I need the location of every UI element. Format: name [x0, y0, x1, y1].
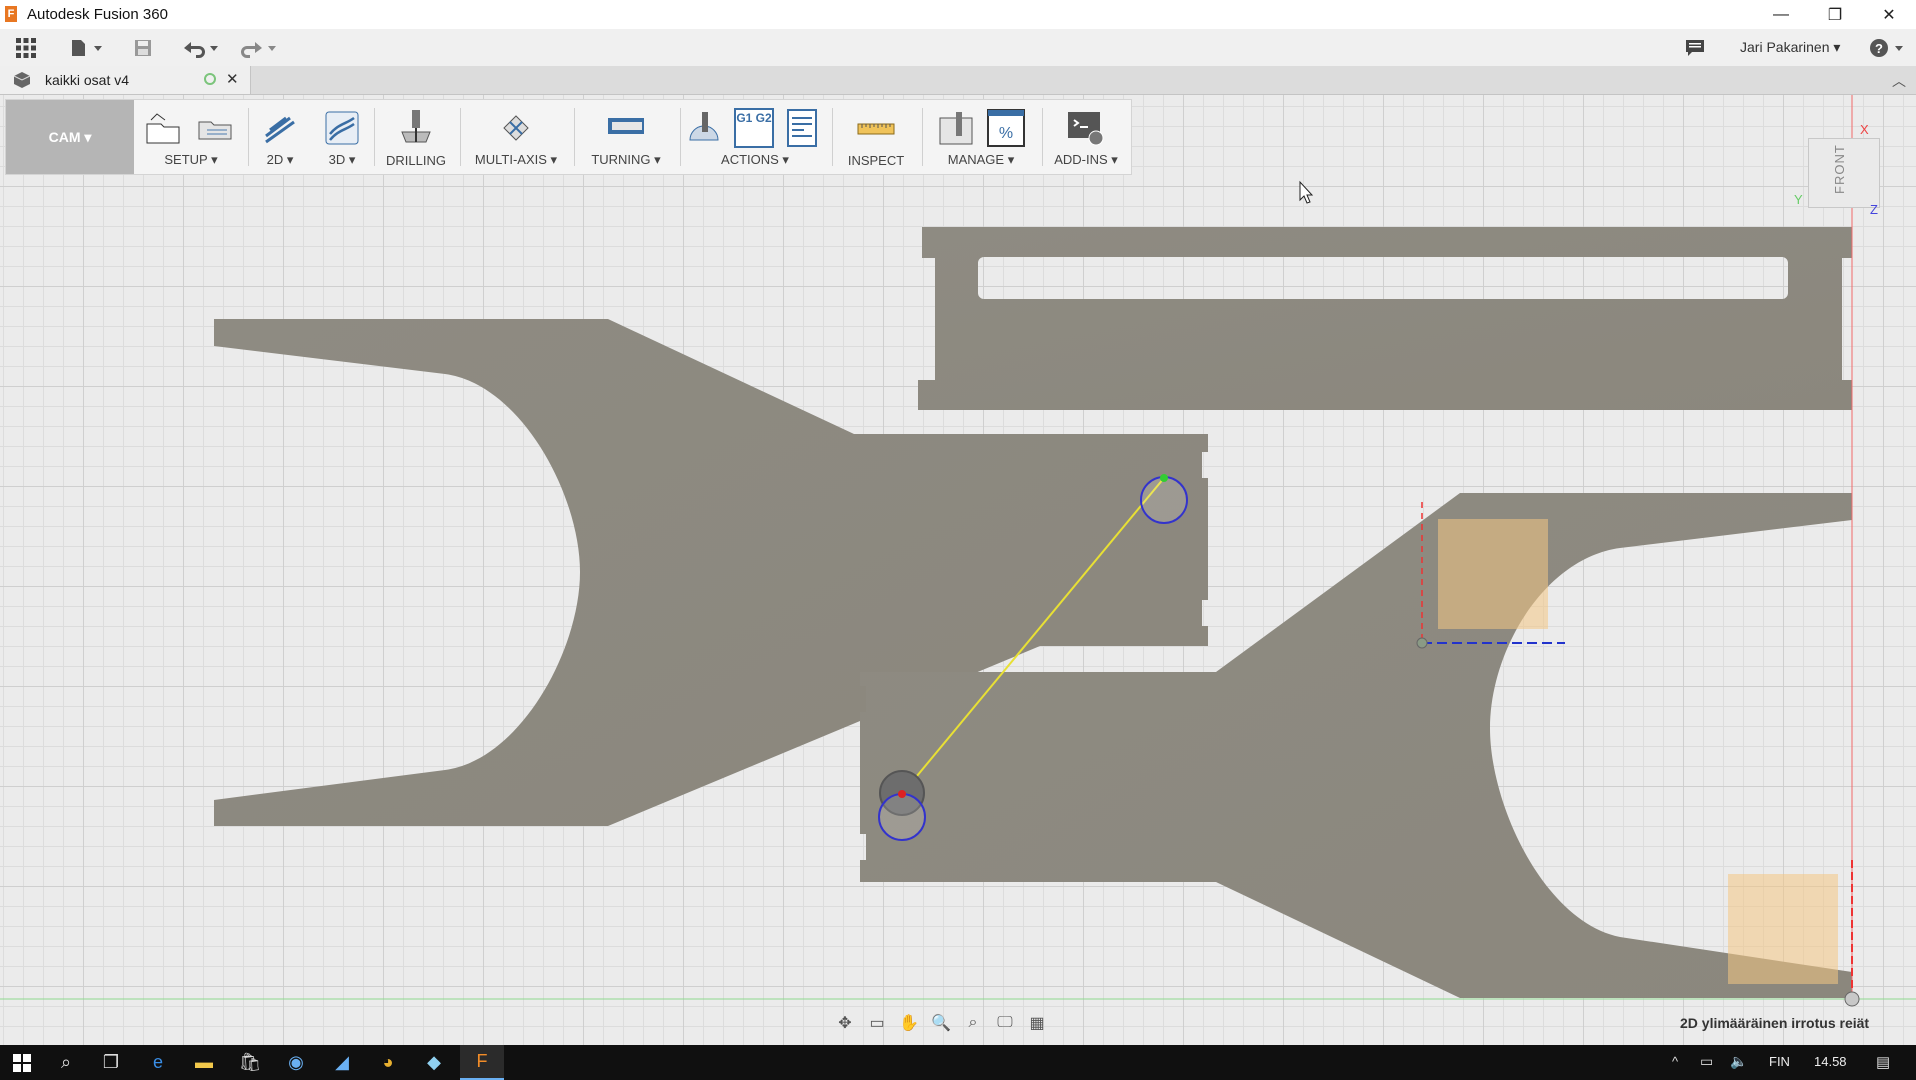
- tool-library-icon: [936, 108, 976, 148]
- model-viewport[interactable]: [0, 95, 1916, 1045]
- document-saved-indicator-icon: [204, 73, 216, 85]
- setup-group[interactable]: SETUP ▾: [139, 100, 243, 174]
- input-language[interactable]: FIN: [1769, 1054, 1790, 1069]
- document-tab-bar: kaikki osat v4 ✕ ︿: [0, 66, 1916, 95]
- stock-highlight-box: [1728, 874, 1838, 984]
- help-icon[interactable]: ?: [1868, 35, 1908, 61]
- redo-icon[interactable]: [236, 35, 280, 61]
- collapse-ribbon-icon[interactable]: ︿: [1892, 71, 1906, 91]
- actions-group[interactable]: G1 G2 ACTIONS ▾: [684, 100, 826, 174]
- add-ins-label: ADD-INS ▾: [1054, 152, 1118, 167]
- axis-z-label: Z: [1870, 202, 1878, 217]
- svg-text:%: %: [999, 125, 1013, 142]
- file-menu-icon[interactable]: [66, 35, 106, 61]
- file-explorer-icon[interactable]: ▬: [182, 1045, 226, 1080]
- fusion-360-taskbar-icon[interactable]: F: [460, 1045, 504, 1080]
- inspect-label: INSPECT: [847, 153, 905, 168]
- display-settings-icon[interactable]: 🖵: [994, 1012, 1016, 1034]
- inspect-group[interactable]: INSPECT: [836, 100, 916, 174]
- 3d-milling-icon: [322, 108, 362, 148]
- axis-y-label: Y: [1794, 192, 1803, 207]
- notifications-icon[interactable]: [1682, 35, 1708, 61]
- setup-label: SETUP ▾: [164, 152, 218, 167]
- 2d-group[interactable]: 2D ▾: [252, 100, 308, 174]
- orbit-icon[interactable]: ✥: [834, 1012, 856, 1034]
- 3d-group[interactable]: 3D ▾: [314, 100, 370, 174]
- workspace-switcher[interactable]: CAM ▾: [6, 100, 134, 174]
- close-tab-button[interactable]: ✕: [226, 70, 239, 88]
- measure-ruler-icon: [856, 108, 896, 148]
- undo-icon[interactable]: [178, 35, 222, 61]
- graphics-canvas[interactable]: [0, 95, 1916, 1045]
- 2d-milling-icon: [260, 108, 300, 148]
- edge-browser-icon[interactable]: e: [136, 1045, 180, 1080]
- turning-icon: [606, 108, 646, 148]
- look-at-icon[interactable]: ▭: [866, 1012, 888, 1034]
- multi-axis-icon: [496, 108, 536, 148]
- user-menu[interactable]: Jari Pakarinen ▾: [1740, 39, 1840, 56]
- show-hidden-icons-icon[interactable]: ^: [1672, 1054, 1678, 1069]
- 2d-label: 2D ▾: [266, 152, 294, 167]
- zoom-icon[interactable]: 🔍: [930, 1012, 952, 1034]
- document-tab-label: kaikki osat v4: [45, 72, 130, 88]
- close-window-button[interactable]: ✕: [1862, 0, 1916, 29]
- save-icon[interactable]: [130, 35, 156, 61]
- multi-axis-label: MULTI-AXIS ▾: [474, 152, 558, 167]
- view-cube-face-label: FRONT: [1832, 144, 1847, 194]
- action-center-icon[interactable]: ▤: [1876, 1053, 1890, 1071]
- pan-hand-icon[interactable]: ✋: [898, 1012, 920, 1034]
- search-icon[interactable]: ⌕: [44, 1045, 88, 1080]
- part-top-bar: [918, 227, 1852, 410]
- title-bar: F Autodesk Fusion 360 — ❐ ✕: [0, 0, 1916, 29]
- restore-button[interactable]: ❐: [1808, 0, 1862, 29]
- drilling-label: DRILLING: [386, 153, 446, 168]
- task-view-icon[interactable]: ❐: [89, 1045, 133, 1080]
- active-operation-label: 2D ylimääräinen irrotus reiät: [1680, 1015, 1870, 1031]
- setup-sheet-icon: [195, 108, 235, 148]
- chrome-browser-icon[interactable]: ◕: [366, 1045, 410, 1080]
- windows-taskbar: ⌕ ❐ e ▬ 🛍 ◉ ◢ ◕ ◆ F ^ ▭ 🔈 FIN 14.58 ▤: [0, 1045, 1916, 1080]
- fit-zoom-icon[interactable]: ⌕: [962, 1012, 984, 1034]
- app-icon-3[interactable]: ◆: [412, 1045, 456, 1080]
- post-process-icon: G1 G2: [734, 108, 774, 148]
- drilling-group[interactable]: DRILLING: [378, 100, 454, 174]
- setup-sheet-report-icon: [782, 108, 822, 148]
- data-panel-grid-icon[interactable]: [12, 35, 40, 61]
- multi-axis-group[interactable]: MULTI-AXIS ▾: [464, 100, 568, 174]
- design-document-icon: [12, 71, 32, 94]
- grid-settings-icon[interactable]: ▦: [1026, 1012, 1048, 1034]
- stock-highlight-box: [1438, 519, 1548, 629]
- start-windows-icon[interactable]: [0, 1045, 44, 1080]
- fusion-app-icon: F: [5, 6, 17, 22]
- turning-group[interactable]: TURNING ▾: [578, 100, 674, 174]
- cam-toolbar: CAM ▾ SETUP ▾ 2D ▾ 3D ▾ DRILLING MULTI-A…: [5, 99, 1132, 175]
- add-ins-group[interactable]: ADD-INS ▾: [1046, 100, 1126, 174]
- battery-icon[interactable]: ▭: [1700, 1053, 1713, 1070]
- app-icon-2[interactable]: ◢: [320, 1045, 364, 1080]
- drilling-icon: [396, 108, 436, 148]
- clock[interactable]: 14.58: [1814, 1054, 1847, 1069]
- minimize-button[interactable]: —: [1754, 0, 1808, 29]
- template-library-icon: %: [986, 108, 1026, 148]
- quick-access-bar: Jari Pakarinen ▾ ?: [0, 29, 1916, 67]
- axis-x-label: X: [1860, 122, 1869, 137]
- app-icon-1[interactable]: ◉: [274, 1045, 318, 1080]
- svg-text:?: ?: [1875, 41, 1883, 56]
- scripts-add-ins-icon: [1066, 108, 1106, 148]
- navigation-bar: ✥ ▭ ✋ 🔍 ⌕ 🖵 ▦: [826, 1008, 1100, 1038]
- new-setup-icon: [143, 108, 183, 148]
- mouse-cursor: [1299, 180, 1314, 204]
- window-title: Autodesk Fusion 360: [27, 6, 168, 23]
- turning-label: TURNING ▾: [591, 152, 661, 167]
- volume-icon[interactable]: 🔈: [1730, 1053, 1747, 1070]
- manage-label: MANAGE ▾: [947, 152, 1015, 167]
- simulate-icon: [684, 108, 724, 148]
- store-icon[interactable]: 🛍: [228, 1045, 272, 1080]
- actions-label: ACTIONS ▾: [721, 152, 789, 167]
- document-tab[interactable]: kaikki osat v4 ✕: [0, 66, 251, 94]
- manage-group[interactable]: % MANAGE ▾: [926, 100, 1036, 174]
- 3d-label: 3D ▾: [328, 152, 356, 167]
